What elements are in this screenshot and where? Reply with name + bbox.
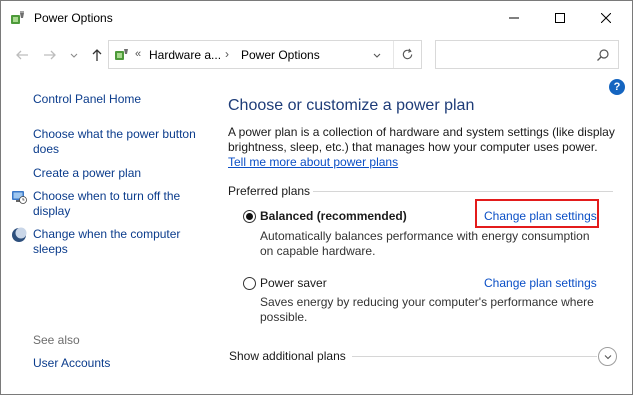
maximize-button[interactable]	[537, 1, 583, 35]
power-options-window: Power Options « Hardware a... › Power Op…	[0, 0, 633, 395]
power-saver-plan-name[interactable]: Power saver	[260, 276, 327, 290]
arrow-left-icon	[16, 50, 28, 60]
chevron-down-icon	[70, 53, 78, 58]
address-bar[interactable]: « Hardware a... › Power Options	[108, 40, 422, 69]
balanced-plan-description: Automatically balances performance with …	[260, 229, 590, 258]
arrow-right-icon	[44, 50, 56, 60]
chevron-down-icon	[604, 354, 611, 359]
close-button[interactable]	[583, 1, 629, 35]
control-panel-home-link[interactable]: Control Panel Home	[33, 92, 141, 107]
show-additional-plans-label[interactable]: Show additional plans	[229, 349, 346, 363]
preferred-plans-label: Preferred plans	[228, 184, 311, 198]
maximize-icon	[555, 13, 565, 23]
power-button-settings-link[interactable]: Choose what the power button does	[33, 127, 213, 157]
minimize-icon	[509, 17, 519, 19]
power-saver-change-settings-link[interactable]: Change plan settings	[484, 276, 597, 290]
breadcrumb-power-options[interactable]: Power Options	[241, 48, 320, 62]
title-bar: Power Options	[1, 1, 632, 35]
power-options-icon	[115, 49, 128, 60]
create-power-plan-link[interactable]: Create a power plan	[33, 166, 141, 181]
page-title: Choose or customize a power plan	[228, 97, 475, 114]
help-button[interactable]: ?	[609, 79, 625, 95]
additional-plans-divider	[352, 356, 597, 357]
page-description: A power plan is a collection of hardware…	[228, 125, 618, 170]
balanced-plan-name[interactable]: Balanced (recommended)	[260, 209, 407, 223]
moon-sleep-icon	[12, 227, 27, 242]
back-button[interactable]	[13, 46, 31, 64]
turn-off-display-link[interactable]: Choose when to turn off the display	[33, 189, 203, 219]
group-divider	[313, 191, 613, 192]
power-saver-plan-radio[interactable]	[243, 277, 256, 290]
computer-sleep-link[interactable]: Change when the computer sleeps	[33, 227, 203, 257]
see-also-heading: See also	[33, 333, 80, 347]
breadcrumb-hardware[interactable]: Hardware a...	[149, 48, 221, 62]
description-text: A power plan is a collection of hardware…	[228, 125, 615, 154]
annotation-highlight-box	[475, 199, 599, 228]
user-accounts-link[interactable]: User Accounts	[33, 356, 110, 371]
search-input[interactable]	[435, 40, 619, 69]
minimize-button[interactable]	[491, 1, 537, 35]
arrow-up-icon	[92, 49, 102, 61]
breadcrumb-overflow[interactable]: «	[135, 48, 141, 60]
window-title: Power Options	[34, 11, 113, 25]
balanced-plan-radio[interactable]	[243, 210, 256, 223]
refresh-icon	[402, 48, 413, 60]
forward-button[interactable]	[41, 46, 59, 64]
power-saver-plan-description: Saves energy by reducing your computer's…	[260, 295, 594, 324]
up-button[interactable]	[88, 46, 106, 64]
breadcrumb-separator[interactable]: ›	[225, 47, 229, 61]
expand-button[interactable]	[598, 347, 617, 366]
navigation-bar: « Hardware a... › Power Options	[1, 38, 632, 72]
refresh-button[interactable]	[393, 41, 421, 68]
display-clock-icon	[12, 191, 27, 204]
learn-more-link[interactable]: Tell me more about power plans	[228, 155, 398, 169]
search-icon	[597, 49, 609, 61]
close-icon	[601, 13, 611, 23]
recent-locations-button[interactable]	[65, 46, 83, 64]
chevron-down-icon[interactable]	[371, 49, 383, 61]
power-options-icon	[11, 11, 24, 24]
